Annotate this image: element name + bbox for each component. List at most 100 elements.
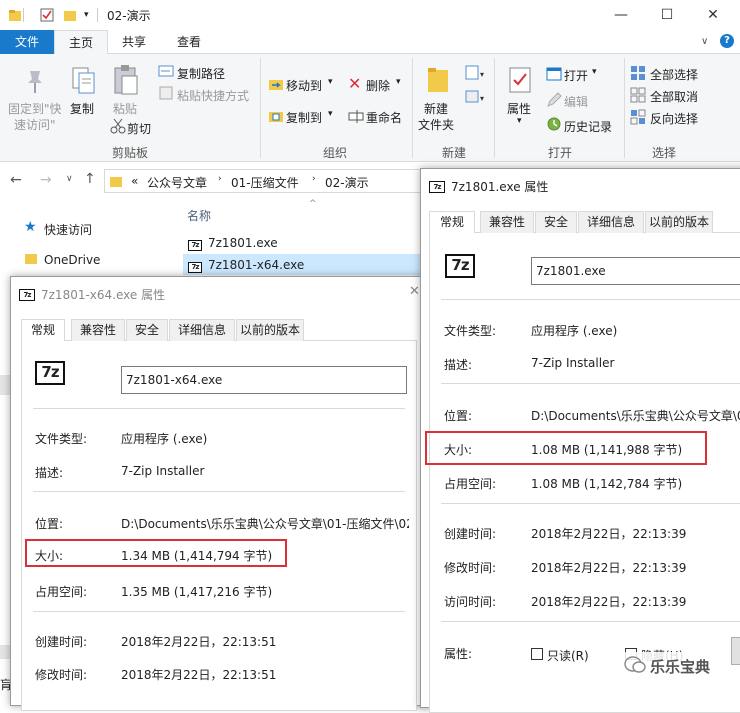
folder-icon [109, 174, 123, 191]
breadcrumb-item[interactable]: 02-演示 [325, 174, 369, 191]
invert-selection-button[interactable]: 反向选择 [650, 110, 698, 127]
minimize-button[interactable]: — [612, 6, 630, 24]
title-bar: ▾ 02-演示 — ☐ ✕ [0, 0, 740, 30]
new-folder-quick-icon[interactable] [63, 8, 77, 22]
copy-to-dropdown-icon[interactable]: ▾ [328, 109, 333, 119]
easy-access-icon[interactable]: ▾ [464, 88, 486, 109]
filename-field[interactable]: 7z1801-x64.exe [121, 366, 407, 394]
back-icon[interactable]: ← [10, 172, 22, 188]
7zip-app-icon: 7z [445, 254, 475, 278]
exe-file-icon: 7z [19, 286, 35, 301]
tab-general[interactable]: 常规 [429, 211, 475, 234]
tab-details[interactable]: 详细信息 [578, 211, 644, 233]
forward-icon[interactable]: → [40, 172, 52, 188]
help-icon[interactable]: ? [720, 34, 734, 48]
watermark: 乐乐宝典 [622, 652, 722, 682]
breadcrumb-separator-icon[interactable]: › [218, 174, 222, 184]
created-value: 2018年2月22日，22:13:51 [121, 635, 277, 649]
invert-selection-icon [630, 109, 646, 128]
list-item-selected[interactable]: 7z 7z1801-x64.exe [183, 254, 420, 275]
new-folder-label-1[interactable]: 新建 [424, 100, 448, 117]
dialog-title: 7z1801.exe 属性 [451, 180, 549, 194]
copy-icon [70, 66, 96, 99]
close-window-button[interactable]: ✕ [704, 6, 722, 24]
copy-path-button[interactable]: 复制路径 [177, 65, 225, 82]
paste-button[interactable]: 粘贴 [113, 100, 137, 117]
readonly-label[interactable]: 只读(R) [547, 647, 589, 664]
size-on-disk-label: 占用空间: [35, 585, 88, 599]
move-to-button[interactable]: 移动到 [286, 77, 322, 94]
tab-compatibility[interactable]: 兼容性 [71, 319, 125, 341]
customize-quick-access-icon[interactable]: ▾ [84, 11, 98, 25]
new-folder-label-2[interactable]: 文件夹 [418, 116, 454, 133]
tab-previous-versions[interactable]: 以前的版本 [645, 211, 713, 233]
nav-onedrive[interactable]: OneDrive [44, 253, 100, 267]
cut-button[interactable]: 剪切 [127, 120, 151, 137]
exe-file-icon: 7z [188, 236, 202, 251]
properties-button[interactable]: 属性 [507, 100, 531, 117]
tab-general[interactable]: 常规 [21, 319, 65, 342]
delete-dropdown-icon[interactable]: ▾ [396, 77, 401, 87]
advanced-button[interactable] [731, 637, 740, 665]
pin-quick-access-label-2[interactable]: 速访问" [14, 116, 56, 133]
recent-locations-icon[interactable]: ∨ [66, 174, 73, 184]
list-item[interactable]: 7z 7z1801.exe [186, 233, 416, 253]
tab-security[interactable]: 安全 [535, 211, 577, 233]
select-all-button[interactable]: 全部选择 [650, 66, 698, 83]
description-value: 7-Zip Installer [121, 464, 205, 478]
edit-button[interactable]: 编辑 [564, 93, 588, 110]
breadcrumb-item[interactable]: 公众号文章 [147, 174, 207, 191]
paste-shortcut-button[interactable]: 粘贴快捷方式 [177, 87, 249, 104]
breadcrumb-separator-icon[interactable]: › [312, 174, 316, 184]
history-icon [546, 116, 562, 135]
group-open-label: 打开 [547, 146, 572, 160]
move-to-dropdown-icon[interactable]: ▾ [328, 77, 333, 87]
tab-view[interactable]: 查看 [165, 30, 213, 54]
tab-details[interactable]: 详细信息 [169, 319, 235, 341]
created-label: 创建时间: [35, 635, 88, 649]
location-value: D:\Documents\乐乐宝典\公众号文章\01-压缩文件\02 [121, 517, 409, 531]
open-button[interactable]: 打开 [564, 67, 588, 84]
created-label: 创建时间: [444, 527, 497, 541]
column-header-name[interactable]: 名称 [187, 207, 211, 224]
nav-quick-access[interactable]: 快速访问 [44, 221, 92, 238]
size-on-disk-value: 1.08 MB (1,142,784 字节) [531, 477, 683, 491]
tab-share[interactable]: 共享 [110, 30, 158, 54]
tab-home[interactable]: 主页 [54, 30, 108, 55]
tab-previous-versions[interactable]: 以前的版本 [236, 319, 304, 341]
tab-compatibility[interactable]: 兼容性 [480, 211, 534, 233]
watermark-text: 乐乐宝典 [650, 658, 711, 676]
history-button[interactable]: 历史记录 [564, 118, 612, 135]
select-none-button[interactable]: 全部取消 [650, 88, 698, 105]
filename-field[interactable]: 7z1801.exe [531, 257, 740, 285]
exe-file-icon: 7z [188, 258, 202, 273]
maximize-button[interactable]: ☐ [658, 6, 676, 24]
sort-up-icon: ^ [309, 199, 317, 209]
properties-quick-icon[interactable] [40, 8, 54, 22]
copy-button[interactable]: 复制 [70, 100, 94, 117]
tab-file[interactable]: 文件 [0, 30, 54, 54]
rename-button[interactable]: 重命名 [366, 109, 402, 126]
new-item-icon[interactable]: ▾ [464, 64, 486, 85]
readonly-checkbox[interactable] [531, 648, 543, 660]
up-icon[interactable]: ↑ [84, 171, 96, 187]
new-folder-icon [426, 66, 450, 99]
breadcrumb-item[interactable]: 01-压缩文件 [231, 174, 299, 191]
overflow-breadcrumb[interactable]: « [131, 174, 138, 188]
created-value: 2018年2月22日，22:13:39 [531, 527, 687, 541]
close-icon[interactable]: ✕ [409, 284, 420, 299]
7zip-app-icon: 7z [35, 361, 65, 385]
svg-text:▾: ▾ [480, 70, 484, 79]
accessed-label: 访问时间: [444, 595, 497, 609]
open-dropdown-icon[interactable]: ▾ [592, 67, 597, 77]
pin-quick-access-label-1[interactable]: 固定到"快 [8, 100, 62, 117]
copy-to-button[interactable]: 复制到 [286, 109, 322, 126]
delete-button[interactable]: 删除 [366, 77, 390, 94]
collapse-ribbon-icon[interactable]: ∨ [701, 36, 708, 47]
rename-icon [348, 108, 364, 127]
wechat-icon [624, 655, 646, 678]
location-value: D:\Documents\乐乐宝典\公众号文章\0 [531, 409, 740, 423]
edit-icon [546, 92, 562, 111]
tab-security[interactable]: 安全 [126, 319, 168, 341]
properties-dropdown-icon[interactable]: ▾ [517, 116, 522, 126]
